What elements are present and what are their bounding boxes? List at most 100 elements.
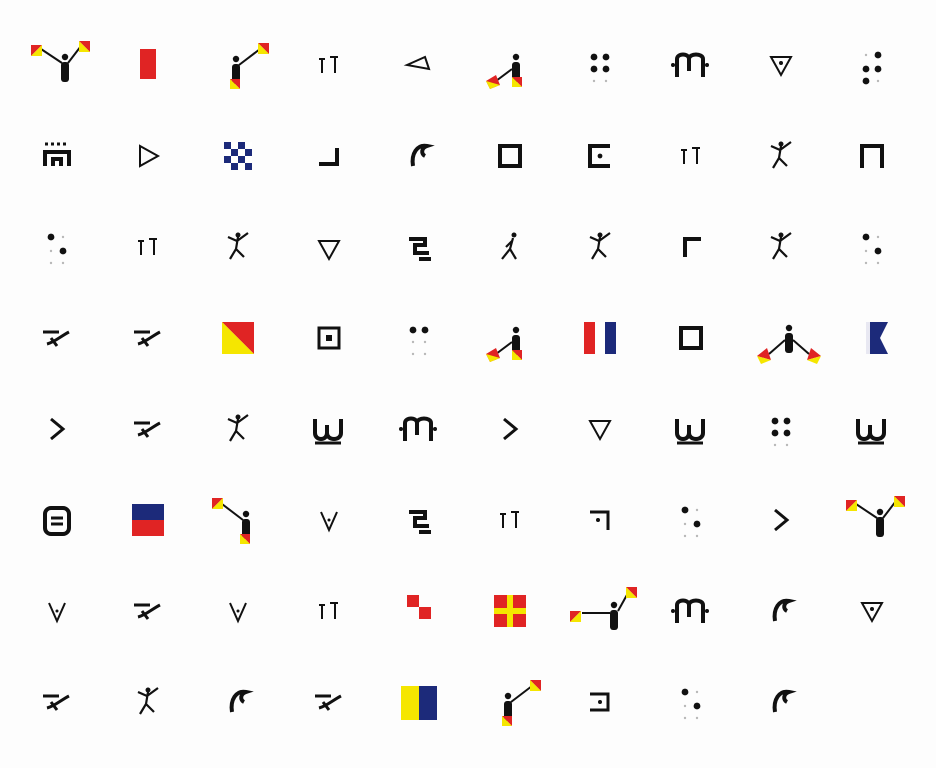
square-with-dot-glyph-icon [317,326,341,349]
ornate-glyph-w-icon [674,418,705,444]
symbol-cell [193,202,284,293]
red-signal-flag-icon [139,48,156,79]
dancing-figure-glyph-icon [227,413,249,442]
symbol-cell [12,111,103,202]
symbol-cell [736,293,827,384]
symbol-cell [465,202,556,293]
symbol-cell [374,20,465,111]
braille-four-dots-icon [771,417,791,446]
pi-shape-glyph-icon [859,143,884,168]
symbol-cell [284,384,375,475]
symbol-cell [193,384,284,475]
symbol-cell [465,293,556,384]
symbol-cell [827,111,918,202]
script-glyph-icon [314,694,342,711]
dancing-figure-glyph-icon [227,231,249,260]
symbol-cell [555,111,646,202]
symbol-cell [103,202,194,293]
corner-bottom-right-glyph-icon [318,147,339,166]
symbol-cell [374,202,465,293]
symbol-cell [12,20,103,111]
symbol-cell [736,20,827,111]
symbol-cell [465,475,556,566]
symbol-cell [646,202,737,293]
script-glyph-icon [43,694,70,711]
symbol-cell [103,384,194,475]
symbol-cell [374,111,465,202]
script-glyph-icon [133,603,161,620]
symbol-cell [193,111,284,202]
boxed-glyph-icon [43,505,72,536]
braille-three-right-icon [862,51,882,84]
symbol-cell [736,202,827,293]
symbol-cell [555,202,646,293]
symbol-cell [465,657,556,748]
symbol-cell [555,384,646,475]
symbol-cell [193,293,284,384]
diamond-left-outline-icon [403,55,431,70]
symbol-cell [103,475,194,566]
square-outline-icon [678,325,703,350]
semaphore-flags-high-right-icon [501,679,541,726]
running-figure-glyph-icon [500,232,517,260]
tricolor-blue-white-red-flag-icon [584,321,617,354]
corner-top-right-glyph-icon [590,510,610,530]
chevron-right-glyph-icon [50,417,66,440]
braille-dot-pattern-icon [862,233,882,264]
symbol-cell [827,20,918,111]
symbol-cell [555,566,646,657]
symbol-cell [193,475,284,566]
tick-glyph-icon [499,510,519,528]
symbol-cell [193,657,284,748]
symbol-cell [646,657,737,748]
symbol-cell [284,111,375,202]
braille-dot-pattern-icon [47,233,67,264]
corner-top-left-glyph-icon [682,236,701,257]
v-glyph-icon [319,511,338,532]
symbol-cell [103,566,194,657]
hook-glyph-icon [772,598,798,621]
symbol-cell [103,657,194,748]
symbol-cell [555,657,646,748]
hook-glyph-icon [229,689,255,712]
symbol-cell [827,202,918,293]
tick-glyph-icon [318,601,338,619]
spiral-glyph-icon [409,236,432,261]
braille-dot-pattern-icon [681,506,701,537]
dancing-figure-glyph-icon [137,686,159,715]
symbol-cell [284,202,375,293]
symbol-cell [193,20,284,111]
semaphore-flags-low-left-icon [485,53,522,89]
spiral-glyph-icon [409,509,432,534]
symbol-cell [465,384,556,475]
symbol-cell [12,202,103,293]
symbol-cell [736,566,827,657]
tick-glyph-icon [318,55,338,73]
symbol-cell [646,111,737,202]
red-yellow-cross-flag-icon [493,594,526,627]
symbol-cell [103,293,194,384]
symbol-cell [12,475,103,566]
semaphore-flags-up-v-icon [845,495,905,537]
dancing-figure-glyph-icon [770,140,792,169]
triangle-down-dot-icon [769,55,793,77]
symbol-cell [555,20,646,111]
symbol-cell [465,20,556,111]
semaphore-flags-low-both-icon [757,324,822,364]
script-glyph-icon [43,330,70,347]
symbol-cell [827,566,918,657]
e-shape-glyph-icon [588,143,611,168]
ornate-glyph-m-icon [670,598,709,623]
semaphore-flags-low-left-icon [485,326,522,362]
symbol-cell [103,111,194,202]
symbol-cell [646,293,737,384]
semaphore-flags-high-left-icon [212,497,251,544]
hook-glyph-icon [772,689,798,712]
chevron-right-glyph-icon [502,417,519,440]
symbol-cell [736,384,827,475]
symbol-cell [284,657,375,748]
hook-glyph-icon [410,143,436,166]
symbol-cell [827,293,918,384]
v-glyph-icon [229,602,248,623]
symbol-cell [12,384,103,475]
